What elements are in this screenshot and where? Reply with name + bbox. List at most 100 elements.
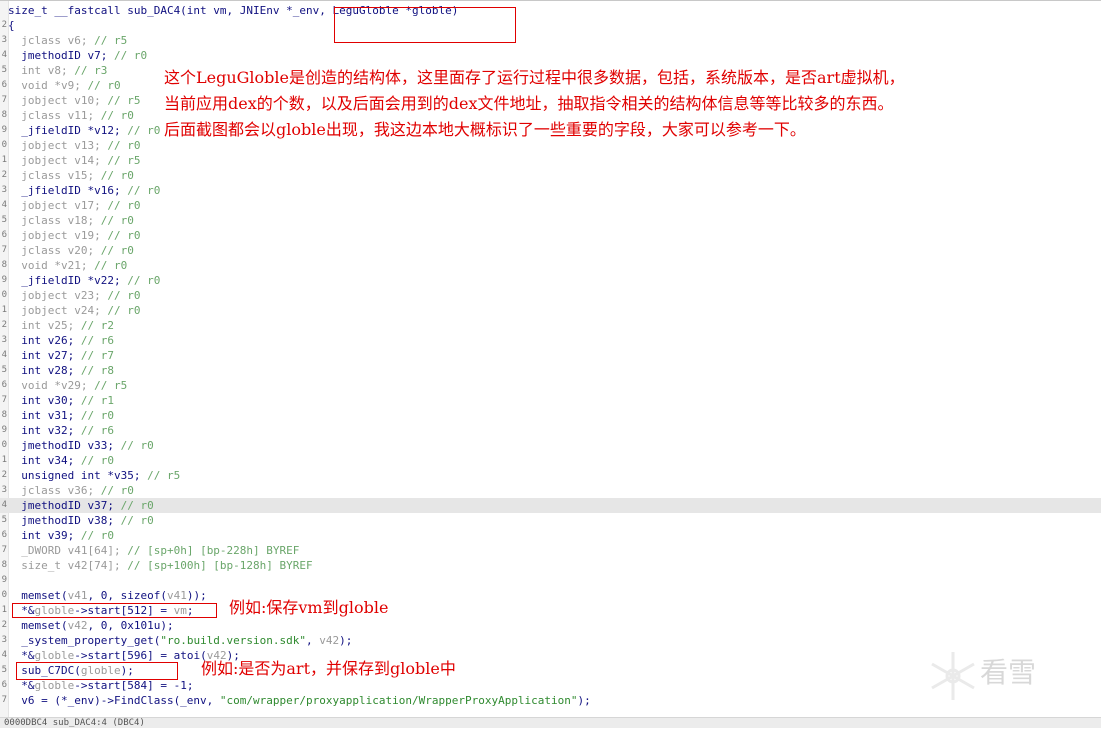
code-token: jclass v36; [8, 484, 101, 497]
code-token: // r0 [100, 109, 134, 122]
code-token: unsigned int *v35; [8, 469, 148, 482]
line-number: 7 [1, 245, 7, 255]
code-line[interactable]: 4 jmethodID v7; // r0 [0, 48, 1101, 63]
annotation-line: 这个LeguGloble是创造的结构体，这里面存了运行过程中很多数据，包括，系统… [164, 68, 905, 87]
code-line[interactable]: 0 jobject v23; // r0 [0, 288, 1101, 303]
code-text: jclass v11; // r0 [8, 108, 134, 123]
code-text: int v26; // r6 [8, 333, 114, 348]
code-text: jobject v14; // r5 [8, 153, 140, 168]
code-token: _system_property_get( [8, 634, 161, 647]
code-line[interactable]: 2 unsigned int *v35; // r5 [0, 468, 1101, 483]
code-line[interactable]: 1 int v34; // r0 [0, 453, 1101, 468]
code-token: void *v21; [8, 259, 95, 272]
code-text: jobject v13; // r0 [8, 138, 140, 153]
code-line[interactable]: 7 _DWORD v41[64]; // [sp+0h] [bp-228h] B… [0, 543, 1101, 558]
line-number: 4 [1, 350, 7, 360]
code-token: int v34; [8, 454, 81, 467]
code-token: globle [34, 679, 75, 692]
code-line[interactable]: 7 int v30; // r1 [0, 393, 1101, 408]
line-number: 2 [1, 320, 7, 330]
code-token: jmethodID v38; [8, 514, 121, 527]
code-line[interactable]: 6 jobject v19; // r0 [0, 228, 1101, 243]
line-number: 2 [1, 170, 7, 180]
code-token: jobject v14; [8, 154, 108, 167]
code-text: v6 = (*_env)->FindClass(_env, "com/wrapp… [8, 693, 591, 708]
code-token: // r0 [127, 274, 161, 287]
code-line[interactable]: 2{ [0, 18, 1101, 33]
code-line[interactable]: 3 int v26; // r6 [0, 333, 1101, 348]
code-token: // r0 [94, 259, 128, 272]
code-line[interactable]: 9 _jfieldID *v22; // r0 [0, 273, 1101, 288]
code-token: , [306, 634, 320, 647]
code-line[interactable]: 1 jobject v14; // r5 [0, 153, 1101, 168]
code-text: jmethodID v38; // r0 [8, 513, 153, 528]
code-token: // r6 [80, 424, 114, 437]
code-line[interactable]: 2 jclass v15; // r0 [0, 168, 1101, 183]
code-line[interactable]: 5 int v28; // r8 [0, 363, 1101, 378]
code-line[interactable]: 5 jmethodID v38; // r0 [0, 513, 1101, 528]
code-line[interactable]: 3 jclass v36; // r0 [0, 483, 1101, 498]
code-text: unsigned int *v35; // r5 [8, 468, 180, 483]
line-number: 5 [1, 65, 7, 75]
code-token: // r0 [113, 49, 148, 62]
code-text: jclass v36; // r0 [8, 483, 134, 498]
code-token: globle [34, 649, 75, 662]
line-number: 6 [1, 530, 7, 540]
code-line[interactable]: 9 [0, 573, 1101, 588]
code-line[interactable]: 5 jclass v18; // r0 [0, 213, 1101, 228]
code-line[interactable]: 4 jmethodID v37; // r0 [0, 498, 1101, 513]
code-token: _jfieldID *v16; [8, 184, 128, 197]
line-number: 6 [1, 80, 7, 90]
code-line[interactable]: 8 void *v21; // r0 [0, 258, 1101, 273]
code-line[interactable]: 9 int v32; // r6 [0, 423, 1101, 438]
code-line[interactable]: 0 jmethodID v33; // r0 [0, 438, 1101, 453]
code-token: jclass v6; [8, 34, 95, 47]
code-token: _jfieldID *v22; [8, 274, 128, 287]
code-token: int v39; [8, 529, 81, 542]
line-number: 5 [1, 665, 7, 675]
code-line[interactable]: size_t __fastcall sub_DAC4(int vm, JNIEn… [0, 3, 1101, 18]
line-number: 1 [1, 455, 7, 465]
code-token: // r0 [127, 124, 161, 137]
code-token: // r1 [80, 394, 114, 407]
code-line[interactable]: 3 _jfieldID *v16; // r0 [0, 183, 1101, 198]
code-token: )); [186, 589, 207, 602]
code-text: memset(v41, 0, sizeof(v41)); [8, 588, 207, 603]
code-token: _DWORD v41[64]; [8, 544, 128, 557]
code-line[interactable]: 0 memset(v41, 0, sizeof(v41)); [0, 588, 1101, 603]
code-text: int v39; // r0 [8, 528, 114, 543]
code-text: jclass v18; // r0 [8, 213, 134, 228]
line-number: 2 [1, 470, 7, 480]
code-line[interactable]: 8 int v31; // r0 [0, 408, 1101, 423]
code-token: int v31; [8, 409, 81, 422]
line-number: 5 [1, 365, 7, 375]
code-line[interactable]: 2 memset(v42, 0, 0x101u); [0, 618, 1101, 633]
code-text: _DWORD v41[64]; // [sp+0h] [bp-228h] BYR… [8, 543, 299, 558]
code-token: int v26; [8, 334, 81, 347]
code-text: jobject v19; // r0 [8, 228, 140, 243]
code-line[interactable]: 6 int v39; // r0 [0, 528, 1101, 543]
code-line[interactable]: 6 void *v29; // r5 [0, 378, 1101, 393]
highlight-box-globle-param [334, 7, 516, 43]
code-token: // r0 [80, 529, 114, 542]
code-line[interactable]: 7 jclass v20; // r0 [0, 243, 1101, 258]
code-line[interactable]: 3 jclass v6; // r5 [0, 33, 1101, 48]
code-line[interactable]: 2 int v25; // r2 [0, 318, 1101, 333]
code-token: // r2 [80, 319, 114, 332]
code-token: ->start[584] = -1; [74, 679, 194, 692]
code-line[interactable]: 8 size_t v42[74]; // [sp+100h] [bp-128h]… [0, 558, 1101, 573]
code-line[interactable]: 1 jobject v24; // r0 [0, 303, 1101, 318]
code-line[interactable]: 4 int v27; // r7 [0, 348, 1101, 363]
line-number: 6 [1, 680, 7, 690]
code-token: jobject v19; [8, 229, 108, 242]
code-token: *& [8, 649, 35, 662]
line-number: 8 [1, 260, 7, 270]
code-text: _jfieldID *v22; // r0 [8, 273, 160, 288]
code-text: int v27; // r7 [8, 348, 114, 363]
line-number: 1 [1, 605, 7, 615]
code-line[interactable]: 4 jobject v17; // r0 [0, 198, 1101, 213]
code-text: jclass v20; // r0 [8, 243, 134, 258]
code-text: jmethodID v7; // r0 [8, 48, 147, 63]
code-token: v42 [319, 634, 340, 647]
code-token: int v30; [8, 394, 81, 407]
